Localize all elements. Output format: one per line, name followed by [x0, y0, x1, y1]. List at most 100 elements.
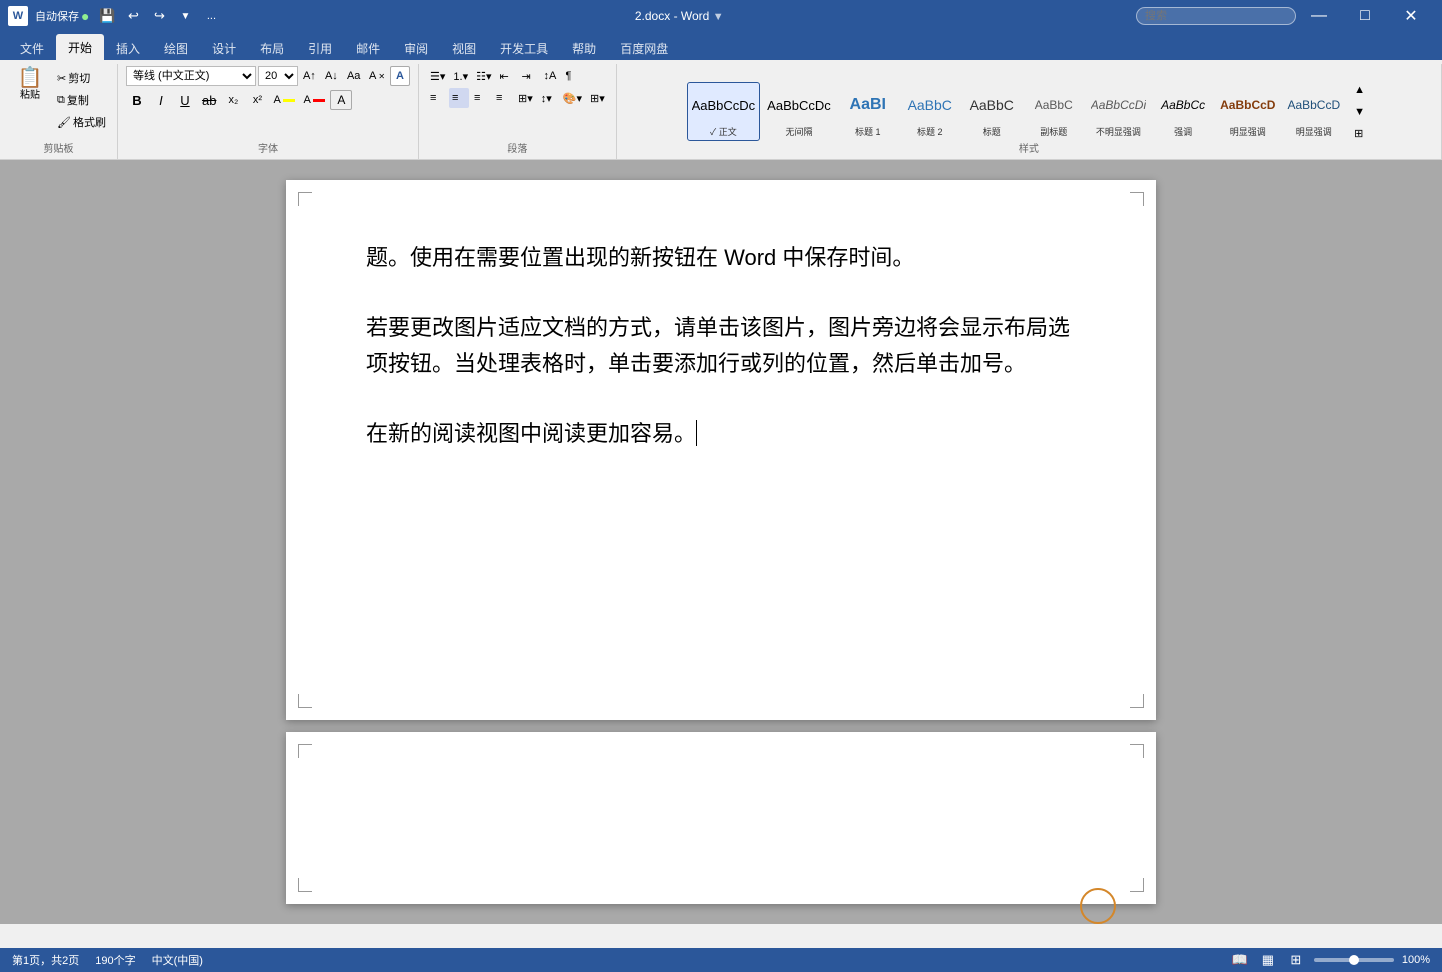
cursor-indicator	[1080, 888, 1116, 924]
styles-group: AaBbCcDc ✓ 正文 AaBbCcDc 无间隔 AaBI 标题 1 AaB…	[617, 64, 1442, 159]
subscript-button[interactable]: x₂	[222, 90, 244, 110]
text-effects-button[interactable]: A	[390, 66, 410, 86]
styles-expand[interactable]: ⊞	[1351, 124, 1371, 144]
font-name-select[interactable]: 等线 (中文正文)	[126, 66, 256, 86]
highlight-color-button[interactable]: A	[270, 90, 298, 110]
customize-qa-button[interactable]: ▼	[174, 5, 196, 27]
search-box	[1136, 7, 1296, 25]
tab-file[interactable]: 文件	[8, 36, 56, 60]
document-page-1[interactable]: 题。使用在需要位置出现的新按钮在 Word 中保存时间。 若要更改图片适应文档的…	[286, 180, 1156, 720]
style-subtitle[interactable]: AaBbC 副标题	[1024, 82, 1084, 141]
increase-indent-button[interactable]: ⇥	[519, 66, 539, 86]
underline-button[interactable]: U	[174, 90, 196, 110]
font-row-2: B I U ab x₂ x² A A A	[126, 90, 352, 110]
shading-button[interactable]: 🎨▾	[560, 88, 585, 108]
style-heading2[interactable]: AaBbC 标题 2	[900, 82, 960, 141]
style-more[interactable]: AaBbCcD 明显强调	[1282, 82, 1345, 141]
styles-scroll-down[interactable]: ▼	[1351, 102, 1371, 122]
style-normal[interactable]: AaBbCcDc ✓ 正文	[687, 82, 761, 141]
borders-button[interactable]: ⊞▾	[587, 88, 608, 108]
align-center-button[interactable]: ≡	[449, 88, 469, 108]
decrease-indent-button[interactable]: ⇤	[497, 66, 517, 86]
save-button[interactable]: 💾	[96, 5, 118, 27]
shrink-font-button[interactable]: A↓	[322, 66, 342, 86]
superscript-button[interactable]: x²	[246, 90, 268, 110]
strikethrough-button[interactable]: ab	[198, 90, 220, 110]
autosave-toggle[interactable]: 自动保存 ●	[32, 6, 92, 26]
grow-font-button[interactable]: A↑	[300, 66, 320, 86]
paragraph-group: ☰▾ 1.▾ ☷▾ ⇤ ⇥ ↕A ¶ ≡ ≡ ≡ ≡ ⊞▾ ↕▾ 🎨▾ ⊞▾ 段…	[419, 64, 617, 159]
text-cursor	[696, 420, 697, 446]
corner-br-p2	[1130, 878, 1144, 892]
tab-baidu[interactable]: 百度网盘	[608, 36, 680, 60]
title-bar-left: W 自动保存 ● 💾 ↩ ↪ ▼ ...	[8, 5, 222, 27]
corner-tl-p2	[298, 744, 312, 758]
align-right-button[interactable]: ≡	[471, 88, 491, 108]
show-formatting-button[interactable]: ¶	[563, 66, 583, 86]
copy-button[interactable]: ⧉ 复制	[54, 90, 109, 110]
style-emphasis[interactable]: AaBbCc 强调	[1153, 82, 1213, 141]
copy-icon: ⧉	[57, 94, 65, 107]
tab-review[interactable]: 审阅	[392, 36, 440, 60]
paste-icon: 📋	[18, 68, 43, 88]
tab-insert[interactable]: 插入	[104, 36, 152, 60]
cut-button[interactable]: ✂ 剪切	[54, 68, 109, 88]
tab-draw[interactable]: 绘图	[152, 36, 200, 60]
search-input[interactable]	[1136, 7, 1296, 25]
tab-layout[interactable]: 布局	[248, 36, 296, 60]
tab-developer[interactable]: 开发工具	[488, 36, 560, 60]
paste-button[interactable]: 📋 粘贴	[8, 66, 52, 104]
style-no-spacing[interactable]: AaBbCcDc 无间隔	[762, 82, 836, 141]
format-painter-button[interactable]: 🖌 格式刷	[54, 112, 109, 132]
undo-button[interactable]: ↩	[122, 5, 144, 27]
zoom-slider[interactable]	[1314, 958, 1394, 962]
document-area[interactable]: 题。使用在需要位置出现的新按钮在 Word 中保存时间。 若要更改图片适应文档的…	[0, 160, 1442, 924]
corner-bl-p2	[298, 878, 312, 892]
maximize-button[interactable]: □	[1342, 0, 1388, 32]
italic-button[interactable]: I	[150, 90, 172, 110]
status-right: 📖 ▦ ⊞ 100%	[1230, 951, 1430, 969]
styles-list: AaBbCcDc ✓ 正文 AaBbCcDc 无间隔 AaBI 标题 1 AaB…	[687, 82, 1346, 141]
text-box-button[interactable]: A	[330, 90, 352, 110]
style-intense-emphasis[interactable]: AaBbCcD 明显强调	[1215, 82, 1280, 141]
tab-mailings[interactable]: 邮件	[344, 36, 392, 60]
more-tools-button[interactable]: ...	[200, 5, 222, 27]
print-view-button[interactable]: ▦	[1258, 951, 1278, 969]
tab-view[interactable]: 视图	[440, 36, 488, 60]
multilevel-list-button[interactable]: ☷▾	[473, 66, 494, 86]
zoom-thumb	[1349, 955, 1359, 965]
tab-home[interactable]: 开始	[56, 34, 104, 60]
font-size-select[interactable]: 20	[258, 66, 298, 86]
bullets-button[interactable]: ☰▾	[427, 66, 448, 86]
line-spacing-button[interactable]: ↕▾	[538, 88, 558, 108]
status-bar: 第1页，共2页 190个字 中文(中国) 📖 ▦ ⊞ 100%	[0, 948, 1442, 972]
style-heading1[interactable]: AaBI 标题 1	[838, 82, 898, 141]
change-case-button[interactable]: Aa	[344, 66, 364, 86]
scissors-icon: ✂	[57, 72, 66, 85]
web-view-button[interactable]: ⊞	[1286, 951, 1306, 969]
document-title: 2.docx - Word ▼	[222, 9, 1136, 23]
tab-design[interactable]: 设计	[200, 36, 248, 60]
read-view-button[interactable]: 📖	[1230, 951, 1250, 969]
sort-button[interactable]: ↕A	[541, 66, 561, 86]
minimize-button[interactable]: —	[1296, 0, 1342, 32]
bold-button[interactable]: B	[126, 90, 148, 110]
numbering-button[interactable]: 1.▾	[450, 66, 471, 86]
corner-br	[1130, 694, 1144, 708]
close-button[interactable]: ✕	[1388, 0, 1434, 32]
font-color-button[interactable]: A	[300, 90, 328, 110]
style-subtle-emphasis[interactable]: AaBbCcDi 不明显强调	[1086, 82, 1151, 141]
style-title[interactable]: AaBbC 标题	[962, 82, 1022, 141]
justify-button[interactable]: ≡	[493, 88, 513, 108]
tab-references[interactable]: 引用	[296, 36, 344, 60]
redo-button[interactable]: ↪	[148, 5, 170, 27]
column-button[interactable]: ⊞▾	[515, 88, 536, 108]
styles-scroll-up[interactable]: ▲	[1351, 80, 1371, 100]
document-page-2[interactable]	[286, 732, 1156, 904]
tab-help[interactable]: 帮助	[560, 36, 608, 60]
format-painter-icon: 🖌	[57, 116, 71, 129]
page-1-content[interactable]: 题。使用在需要位置出现的新按钮在 Word 中保存时间。 若要更改图片适应文档的…	[366, 240, 1076, 451]
corner-tr	[1130, 192, 1144, 206]
align-left-button[interactable]: ≡	[427, 88, 447, 108]
clear-format-button[interactable]: A✕	[366, 66, 388, 86]
